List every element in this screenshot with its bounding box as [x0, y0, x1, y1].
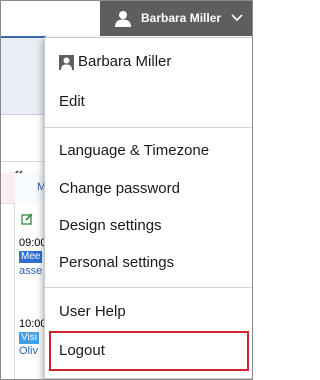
menu-profile-name: Barbara Miller [78, 53, 172, 70]
menu-item-language-timezone[interactable]: Language & Timezone [45, 134, 252, 168]
event-title-link[interactable]: Oliv [19, 345, 38, 357]
menu-divider [45, 127, 252, 128]
background-panel [1, 38, 46, 115]
background-divider [1, 114, 46, 115]
menu-divider [45, 287, 252, 288]
calendar-day-header: M [1, 173, 46, 204]
user-avatar-icon [115, 11, 131, 27]
menu-item-label: Personal settings [59, 254, 175, 271]
menu-item-label: User Help [59, 303, 126, 320]
menu-item-label: Change password [59, 180, 180, 197]
menu-item-design-settings[interactable]: Design settings [45, 209, 252, 243]
menu-item-label: Design settings [59, 217, 162, 234]
event-time: 09:00 [19, 237, 47, 249]
menu-item-profile[interactable]: Barbara Miller [45, 45, 252, 79]
event-tag: Mee [19, 251, 43, 263]
user-menu-button[interactable]: Barbara Miller [100, 1, 252, 36]
calendar-weekend-cell [1, 173, 15, 203]
add-event-icon[interactable] [21, 212, 34, 225]
event-title-link[interactable]: asse [19, 265, 42, 277]
screen: Barbara Miller M 09:00 Mee asse 10:00 Vi… [0, 0, 253, 380]
menu-item-change-password[interactable]: Change password [45, 172, 252, 206]
event-tag: Visi [19, 332, 39, 344]
menu-item-label: Language & Timezone [59, 142, 210, 159]
menu-item-label: Edit [59, 93, 85, 110]
menu-item-edit[interactable]: Edit [45, 85, 252, 119]
user-name-label: Barbara Miller [141, 11, 222, 25]
menu-item-logout[interactable]: Logout [49, 331, 249, 371]
user-dropdown-menu: Barbara Miller Edit Language & Timezone … [44, 37, 252, 379]
menu-item-label: Logout [59, 342, 105, 359]
menu-item-user-help[interactable]: User Help [45, 295, 252, 329]
menu-item-personal-settings[interactable]: Personal settings [45, 246, 252, 280]
event-time: 10:00 [19, 318, 47, 330]
profile-picture-icon [59, 55, 74, 70]
chevron-down-icon [231, 14, 243, 22]
